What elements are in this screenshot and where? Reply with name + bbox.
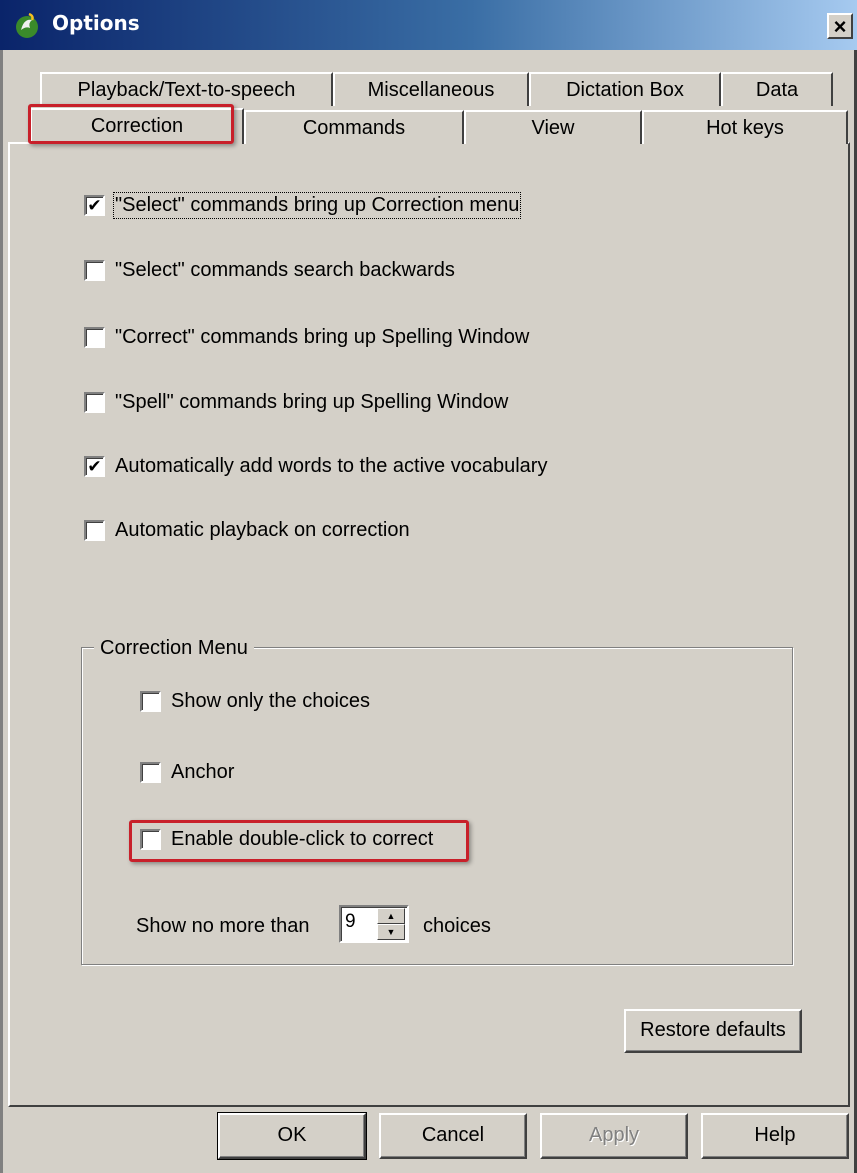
checkbox[interactable]: [84, 520, 105, 541]
option-spell-opens-spelling[interactable]: "Spell" commands bring up Spelling Windo…: [84, 391, 508, 414]
checkbox[interactable]: [84, 260, 105, 281]
tab-label: Correction: [90, 115, 184, 137]
tab-commands[interactable]: Commands: [244, 110, 464, 144]
checkbox-label: "Spell" commands bring up Spelling Windo…: [115, 391, 509, 413]
checkbox-label: Show only the choices: [171, 690, 371, 712]
checkbox-label: Enable double-click to correct: [171, 828, 434, 850]
tab-view[interactable]: View: [464, 110, 642, 144]
close-button[interactable]: ×: [827, 13, 853, 39]
close-icon: ×: [833, 14, 847, 39]
choices-suffix-label: choices: [423, 915, 491, 937]
tab-hot-keys[interactable]: Hot keys: [642, 110, 848, 144]
option-auto-add-words[interactable]: ✔ Automatically add words to the active …: [84, 455, 547, 478]
title-bar: Options ×: [0, 0, 857, 50]
button-label: Restore defaults: [640, 1019, 786, 1041]
checkbox-label: "Correct" commands bring up Spelling Win…: [115, 326, 530, 348]
button-label: Help: [754, 1124, 796, 1146]
tab-dictation-box[interactable]: Dictation Box: [529, 72, 721, 106]
apply-button[interactable]: Apply: [540, 1113, 688, 1159]
checkbox-label: Anchor: [171, 761, 235, 783]
spin-up-button[interactable]: ▲: [377, 908, 405, 924]
choices-value[interactable]: 9: [345, 911, 356, 933]
restore-defaults-button[interactable]: Restore defaults: [624, 1009, 802, 1053]
option-anchor[interactable]: Anchor: [140, 761, 234, 784]
help-button[interactable]: Help: [701, 1113, 849, 1159]
tab-correction[interactable]: Correction: [30, 108, 244, 144]
tab-label: Data: [755, 79, 799, 101]
option-correct-opens-spelling[interactable]: "Correct" commands bring up Spelling Win…: [84, 326, 529, 349]
triangle-up-icon: ▲: [386, 911, 396, 921]
window-border-left: [0, 50, 3, 1173]
cancel-button[interactable]: Cancel: [379, 1113, 527, 1159]
option-select-opens-correction-menu[interactable]: ✔ "Select" commands bring up Correction …: [84, 192, 522, 219]
tab-label: Dictation Box: [566, 79, 684, 101]
checkbox[interactable]: [84, 392, 105, 413]
group-title: Correction Menu: [94, 637, 254, 660]
tab-playback-text-to-speech[interactable]: Playback/Text-to-speech: [40, 72, 333, 106]
button-label: OK: [277, 1124, 307, 1146]
tab-label: View: [531, 117, 575, 139]
option-select-search-backwards[interactable]: "Select" commands search backwards: [84, 259, 455, 282]
button-label: Apply: [588, 1124, 640, 1146]
checkbox[interactable]: [140, 691, 161, 712]
checkbox[interactable]: [140, 762, 161, 783]
option-show-only-choices[interactable]: Show only the choices: [140, 690, 370, 713]
tab-label: Playback/Text-to-speech: [77, 79, 296, 101]
tab-label: Hot keys: [706, 117, 784, 139]
dragon-app-icon: [16, 12, 38, 38]
checkbox[interactable]: ✔: [84, 195, 105, 216]
checkbox-label: Automatically add words to the active vo…: [115, 455, 548, 477]
checkbox-label: "Select" commands bring up Correction me…: [112, 192, 522, 219]
checkbox[interactable]: ✔: [84, 456, 105, 477]
checkbox-label: "Select" commands search backwards: [115, 259, 455, 281]
option-auto-playback[interactable]: Automatic playback on correction: [84, 519, 410, 542]
checkbox[interactable]: [84, 327, 105, 348]
checkbox[interactable]: [140, 829, 161, 850]
tab-miscellaneous[interactable]: Miscellaneous: [333, 72, 529, 106]
ok-button[interactable]: OK: [217, 1112, 367, 1160]
tab-data[interactable]: Data: [721, 72, 833, 106]
choices-spinbox[interactable]: 9 ▲ ▼: [339, 905, 409, 943]
show-no-more-than-label: Show no more than: [136, 915, 310, 937]
tab-label: Miscellaneous: [367, 79, 495, 101]
option-enable-double-click[interactable]: Enable double-click to correct: [140, 828, 433, 851]
spin-down-button[interactable]: ▼: [377, 924, 405, 940]
triangle-down-icon: ▼: [386, 927, 396, 937]
checkbox-label: Automatic playback on correction: [115, 519, 410, 541]
tab-label: Commands: [302, 117, 406, 139]
button-label: Cancel: [421, 1124, 485, 1146]
window-title: Options: [52, 11, 140, 35]
